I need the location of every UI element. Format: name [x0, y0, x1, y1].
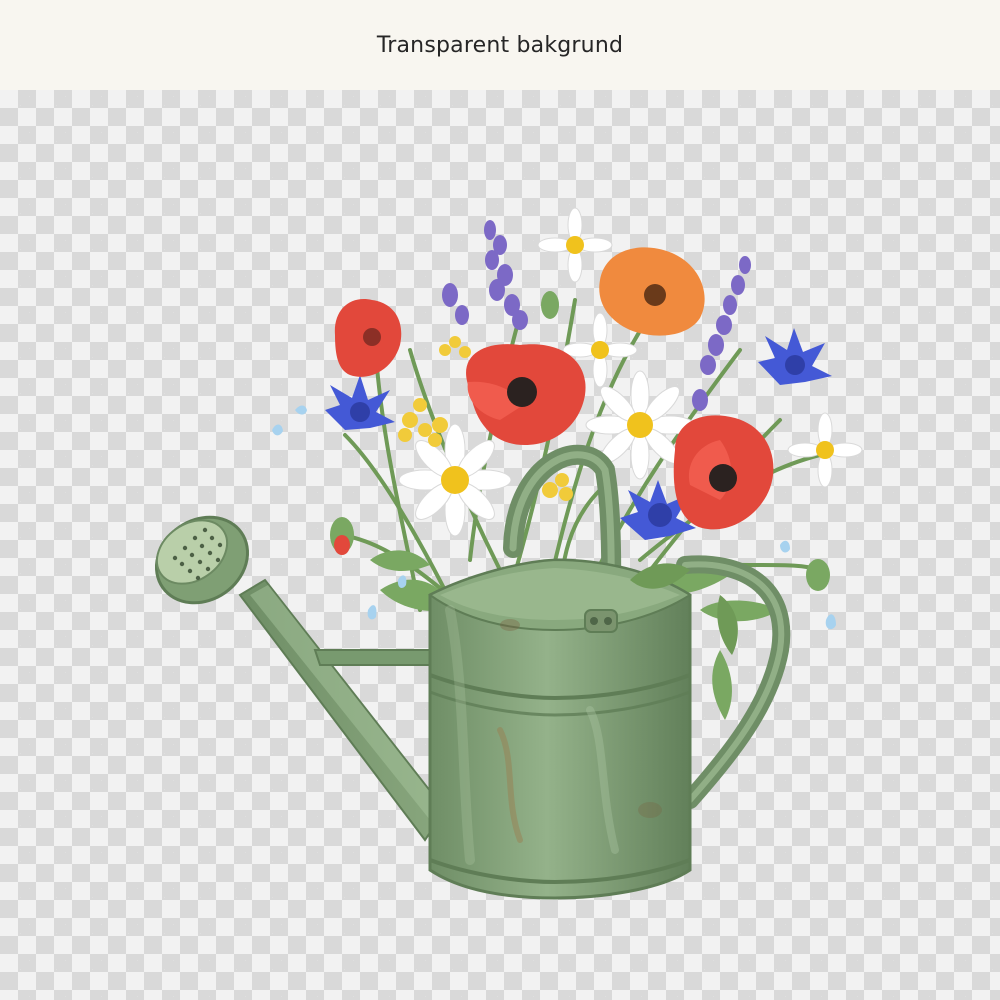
transparent-background-canvas — [0, 90, 1000, 1000]
watering-can-illustration — [154, 207, 863, 900]
page: Transparent bakgrund — [0, 0, 1000, 1000]
header-bar: Transparent bakgrund — [0, 0, 1000, 90]
page-title: Transparent bakgrund — [376, 32, 624, 58]
